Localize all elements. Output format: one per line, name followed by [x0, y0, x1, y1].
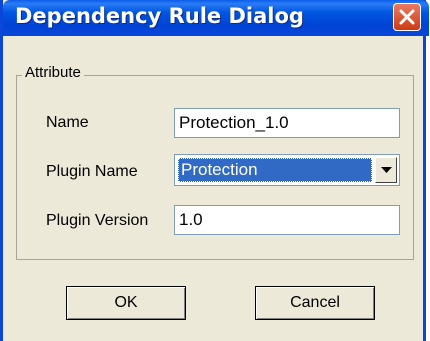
attribute-group-label: Attribute	[22, 64, 84, 81]
title-bar[interactable]: Dependency Rule Dialog	[3, 0, 429, 36]
chevron-down-icon	[381, 167, 392, 173]
plugin-name-selected-value: Protection	[178, 158, 372, 182]
dependency-rule-dialog: Dependency Rule Dialog Attribute Name Pr…	[0, 0, 429, 341]
name-field[interactable]: Protection_1.0	[174, 108, 400, 138]
plugin-version-label: Plugin Version	[46, 212, 149, 229]
close-button[interactable]	[393, 3, 421, 31]
plugin-name-select[interactable]: Protection	[174, 154, 400, 186]
name-label: Name	[46, 114, 89, 131]
cancel-button[interactable]: Cancel	[255, 286, 375, 320]
window-title: Dependency Rule Dialog	[15, 4, 304, 28]
ok-button[interactable]: OK	[66, 286, 186, 320]
dropdown-button[interactable]	[375, 157, 397, 183]
close-icon	[399, 9, 415, 25]
plugin-version-field[interactable]: 1.0	[174, 205, 400, 235]
plugin-name-label: Plugin Name	[46, 163, 138, 180]
